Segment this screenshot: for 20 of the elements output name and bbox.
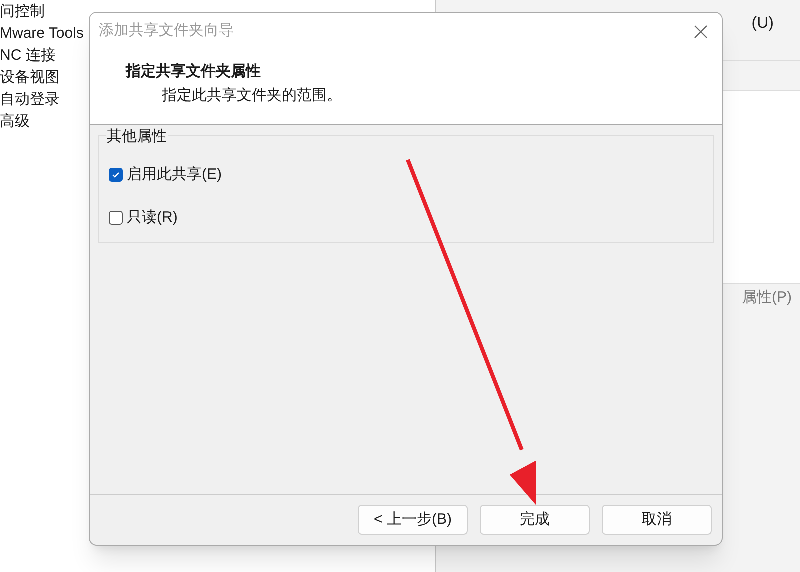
checkbox-label[interactable]: 启用此共享(E) [127,164,222,186]
checkbox-label[interactable]: 只读(R) [127,206,178,229]
sidebar-item[interactable]: 自动登录 [0,89,60,111]
page-heading: 指定共享文件夹属性 [126,61,261,82]
sidebar-item[interactable]: 设备视图 [0,67,60,89]
properties-button[interactable]: 属性(P) [736,286,798,310]
close-icon[interactable] [694,24,708,38]
page-description: 指定此共享文件夹的范围。 [162,86,342,106]
checkbox[interactable] [109,168,123,182]
sidebar-item[interactable]: 高级 [0,111,30,133]
sidebar-item[interactable]: Mware Tools [0,23,84,45]
check-icon [111,170,121,180]
finish-button[interactable]: 完成 [480,505,590,535]
sidebar-item[interactable]: 问控制 [0,1,45,23]
option-label: (U) [752,14,774,34]
cancel-button[interactable]: 取消 [602,505,712,535]
back-button[interactable]: < 上一步(B) [358,505,468,535]
window-title: 添加共享文件夹向导 [99,21,234,42]
checkbox[interactable] [109,210,123,225]
sidebar-item[interactable]: NC 连接 [0,45,56,67]
